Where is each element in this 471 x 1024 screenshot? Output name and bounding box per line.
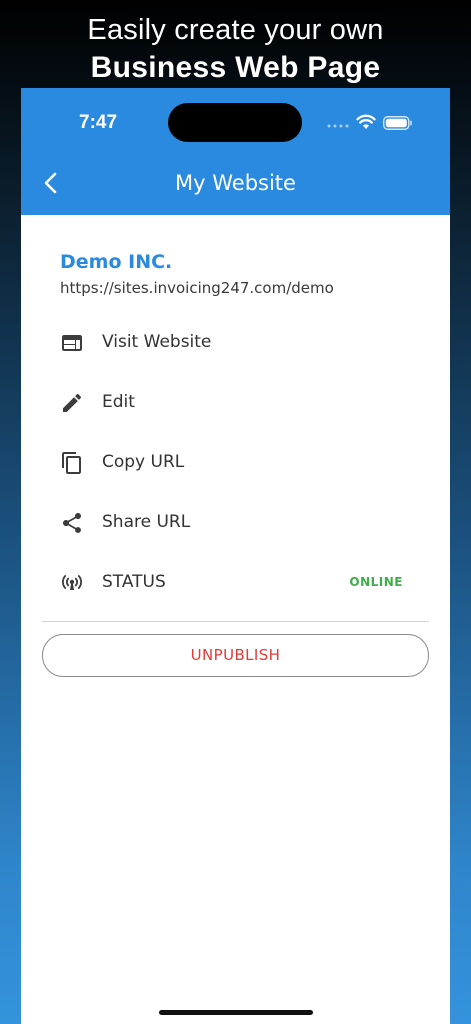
unpublish-button[interactable]: UNPUBLISH	[42, 634, 429, 677]
wifi-icon	[356, 114, 376, 129]
edit-button[interactable]: Edit	[21, 375, 450, 431]
copy-icon	[62, 452, 81, 474]
signal-icon	[327, 124, 349, 128]
copy-url-label: Copy URL	[102, 452, 185, 472]
promo-headline: Easily create your own	[87, 14, 384, 46]
status-time: 7:47	[79, 112, 118, 133]
edit-label: Edit	[102, 392, 135, 412]
pencil-icon	[63, 393, 82, 412]
share-url-button[interactable]: Share URL	[21, 495, 450, 551]
status-label: STATUS	[102, 572, 166, 592]
web-icon	[62, 335, 82, 351]
app-bar: 7:47 My Website	[21, 88, 450, 215]
status-badge: ONLINE	[349, 575, 403, 589]
share-url-label: Share URL	[102, 512, 191, 532]
dynamic-island	[168, 103, 302, 142]
visit-website-button[interactable]: Visit Website	[21, 315, 450, 371]
phone-screen: 7:47 My Website Demo INC. https://sites.…	[21, 88, 450, 1024]
business-name: Demo INC.	[60, 251, 173, 273]
page-title: My Website	[175, 171, 296, 195]
home-indicator	[159, 1010, 313, 1015]
divider	[42, 621, 429, 622]
promo-banner: Easily create your own Business Web Page	[0, 0, 471, 90]
broadcast-icon	[62, 575, 82, 590]
battery-icon	[383, 116, 412, 130]
visit-website-label: Visit Website	[102, 332, 212, 352]
status-row: STATUS ONLINE	[21, 555, 450, 611]
share-icon	[63, 513, 81, 533]
copy-url-button[interactable]: Copy URL	[21, 435, 450, 491]
business-url: https://sites.invoicing247.com/demo	[60, 279, 334, 297]
promo-subheadline: Business Web Page	[90, 51, 381, 84]
